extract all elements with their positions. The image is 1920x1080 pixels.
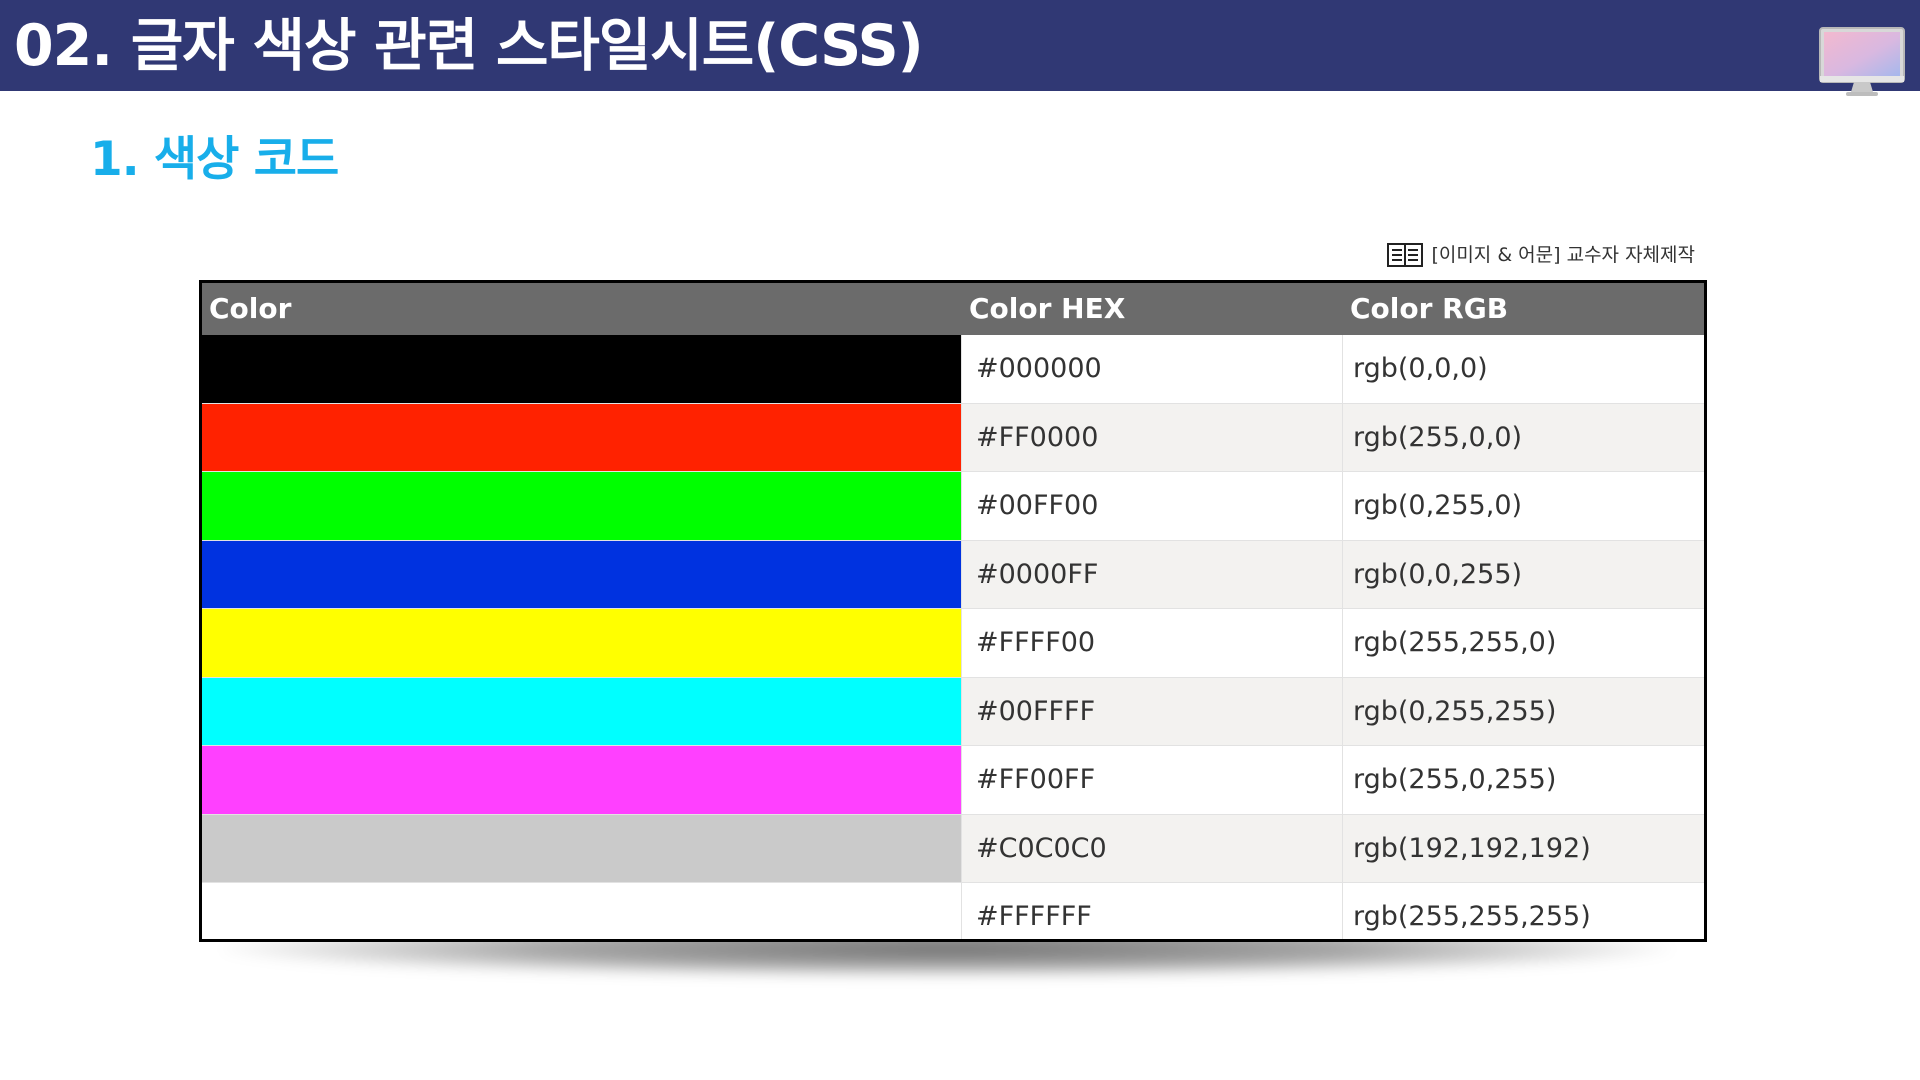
color-swatch: [202, 609, 961, 677]
color-swatch: [202, 403, 961, 471]
color-code-table: Color Color HEX Color RGB #000000 rgb(0,0…: [199, 280, 1707, 942]
hex-cell: #00FF00: [961, 472, 1342, 540]
header-color: Color: [209, 292, 292, 325]
rgb-cell: rgb(0,0,255): [1342, 540, 1704, 608]
rgb-cell: rgb(255,0,0): [1342, 403, 1704, 471]
table-row: #FF0000 rgb(255,0,0): [202, 403, 1704, 472]
monitor-icon: [1819, 27, 1905, 96]
table-row: #0000FF rgb(0,0,255): [202, 540, 1704, 609]
rgb-cell: rgb(0,255,255): [1342, 677, 1704, 745]
hex-cell: #FFFFFF: [961, 883, 1342, 939]
hex-cell: #000000: [961, 335, 1342, 403]
hex-cell: #C0C0C0: [961, 814, 1342, 882]
color-swatch: [202, 746, 961, 814]
table-row: #FF00FF rgb(255,0,255): [202, 746, 1704, 815]
table-body: #000000 rgb(0,0,0) #FF0000 rgb(255,0,0) #00F…: [202, 335, 1704, 939]
table-row: #00FF00 rgb(0,255,0): [202, 472, 1704, 541]
table-row: #FFFFFF rgb(255,255,255): [202, 883, 1704, 939]
image-source-caption: [이미지 & 어문] 교수자 자체제작: [1387, 242, 1695, 268]
header-color-hex: Color HEX: [969, 292, 1126, 325]
color-swatch: [202, 540, 961, 608]
table-row: #000000 rgb(0,0,0): [202, 335, 1704, 404]
hex-cell: #FF00FF: [961, 746, 1342, 814]
table-row: #FFFF00 rgb(255,255,0): [202, 609, 1704, 678]
rgb-cell: rgb(255,255,255): [1342, 883, 1704, 939]
color-swatch: [202, 677, 961, 745]
book-icon: [1387, 243, 1424, 267]
hex-cell: #00FFFF: [961, 677, 1342, 745]
hex-cell: #FF0000: [961, 403, 1342, 471]
hex-cell: #0000FF: [961, 540, 1342, 608]
rgb-cell: rgb(0,0,0): [1342, 335, 1704, 403]
title-bar: 02. 글자 색상 관련 스타일시트(CSS): [0, 0, 1920, 96]
hex-cell: #FFFF00: [961, 609, 1342, 677]
color-swatch: [202, 335, 961, 403]
color-swatch: [202, 472, 961, 540]
color-swatch: [202, 883, 961, 939]
caption-text: [이미지 & 어문] 교수자 자체제작: [1431, 244, 1695, 266]
rgb-cell: rgb(255,0,255): [1342, 746, 1704, 814]
table-header-row: Color Color HEX Color RGB: [202, 283, 1704, 335]
rgb-cell: rgb(192,192,192): [1342, 814, 1704, 882]
section-heading: 1. 색상 코드: [90, 132, 339, 187]
header-color-rgb: Color RGB: [1350, 292, 1509, 325]
table-row: #C0C0C0 rgb(192,192,192): [202, 814, 1704, 883]
color-swatch: [202, 814, 961, 882]
rgb-cell: rgb(0,255,0): [1342, 472, 1704, 540]
slide-title: 02. 글자 색상 관련 스타일시트(CSS): [14, 13, 924, 79]
rgb-cell: rgb(255,255,0): [1342, 609, 1704, 677]
table-row: #00FFFF rgb(0,255,255): [202, 677, 1704, 746]
